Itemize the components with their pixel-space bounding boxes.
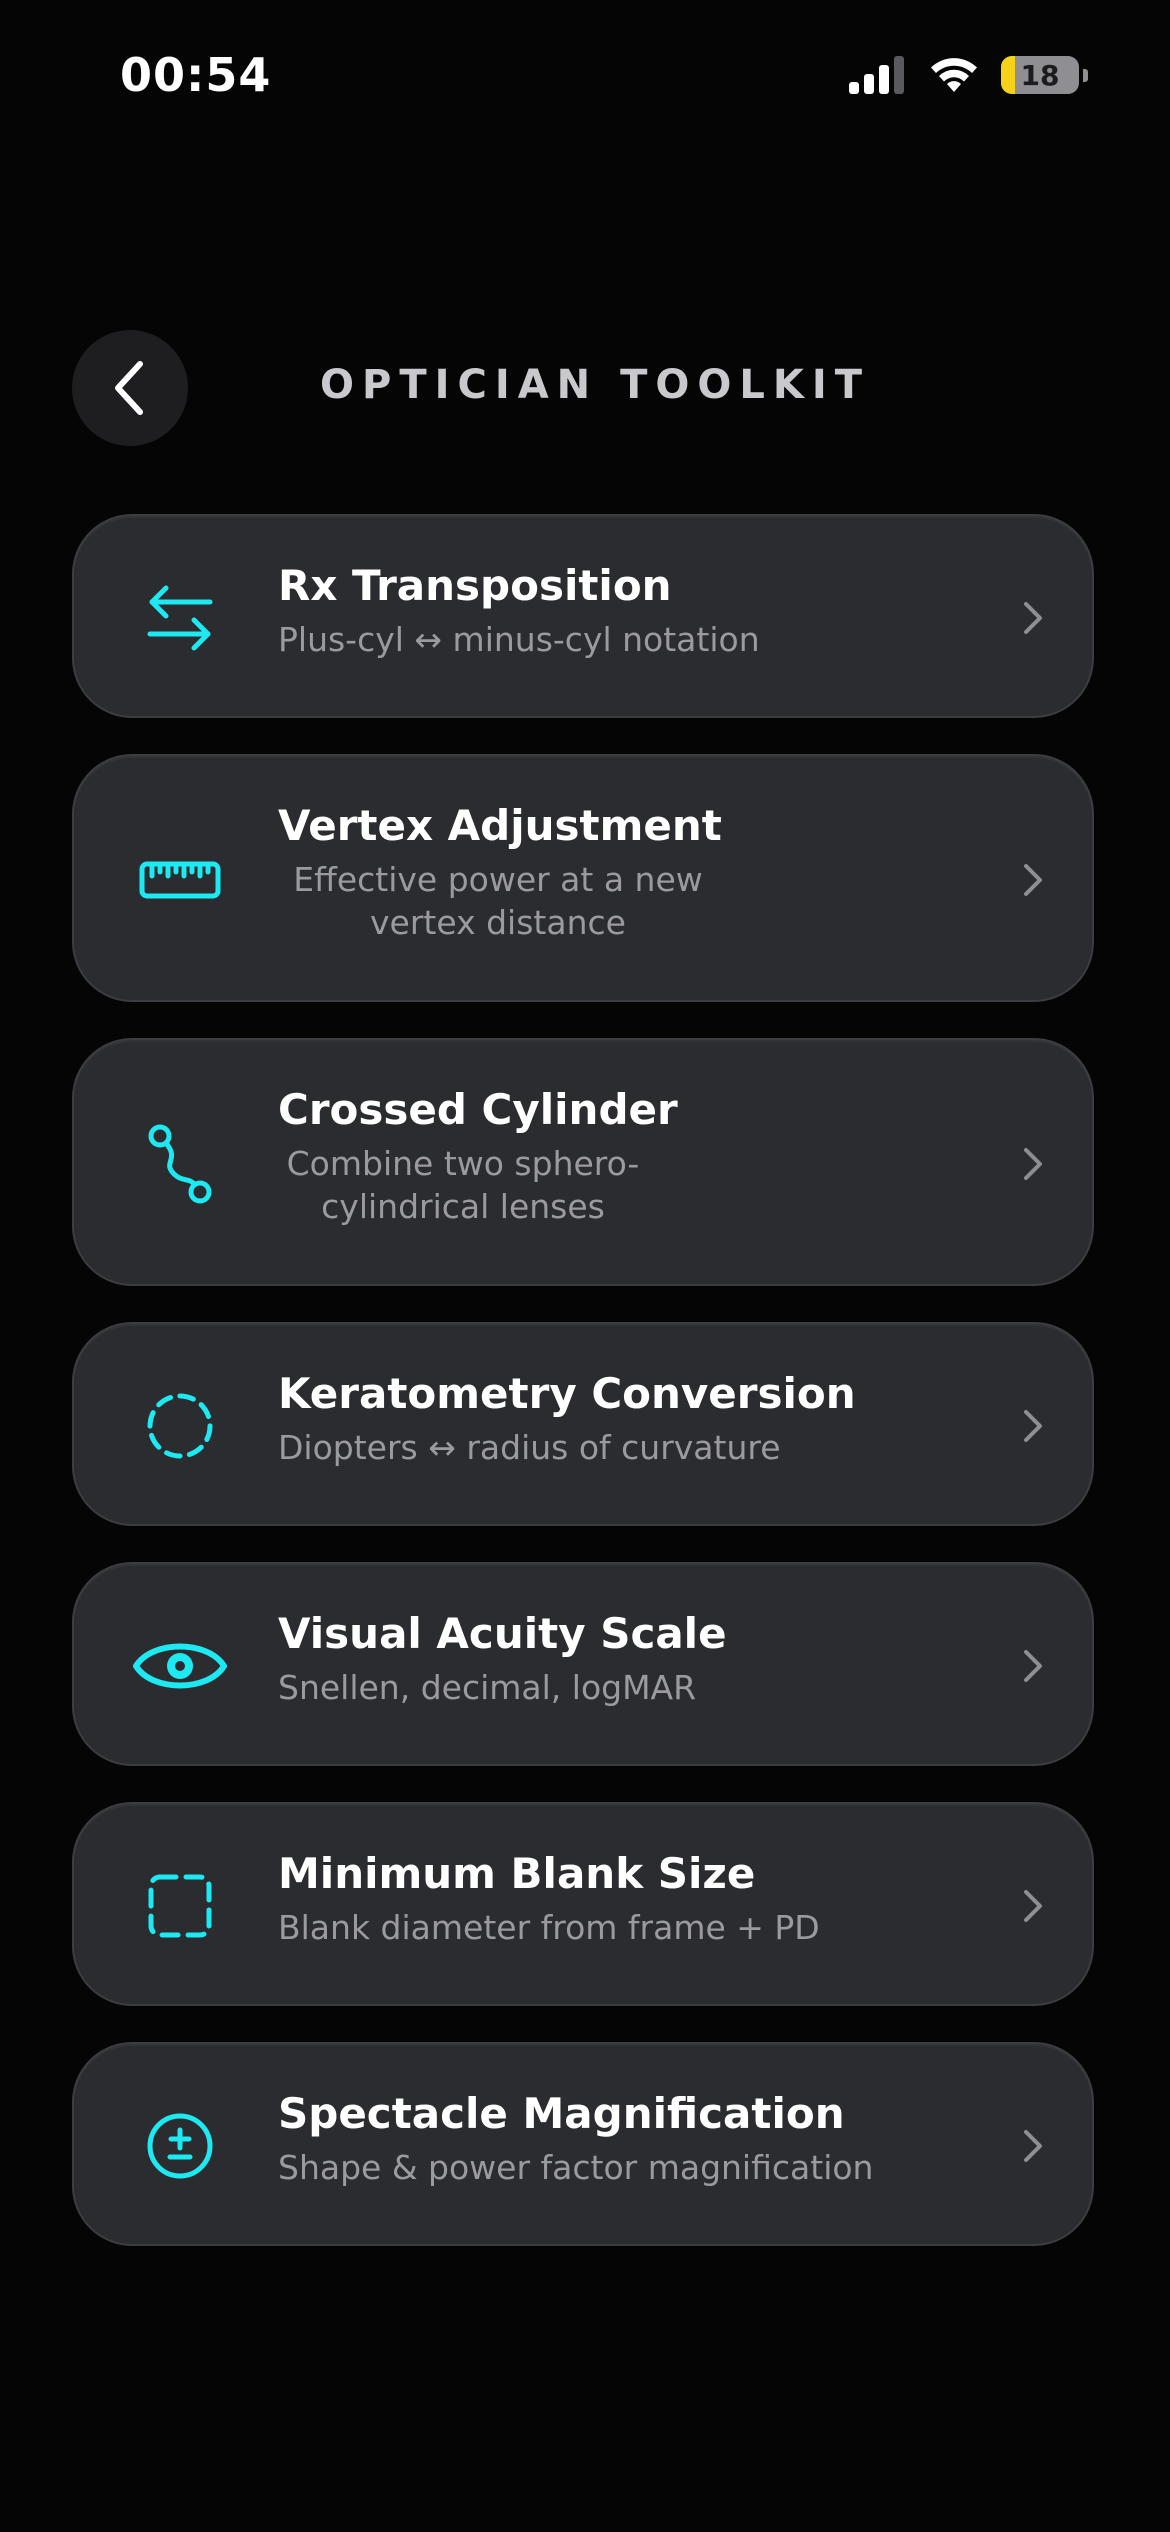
- status-bar: 00:54 18: [0, 0, 1170, 150]
- status-indicators: 18: [849, 56, 1088, 94]
- tool-title: Visual Acuity Scale: [278, 1609, 727, 1658]
- chevron-right-icon: [1018, 1144, 1048, 1184]
- back-button[interactable]: [72, 330, 188, 446]
- tool-subtitle: Snellen, decimal, logMAR: [278, 1668, 697, 1707]
- tool-card-vertex-adjustment[interactable]: Vertex Adjustment Effective power at a n…: [72, 754, 1094, 1002]
- tool-title: Keratometry Conversion: [278, 1369, 856, 1418]
- tool-subtitle: Combine two sphero-cylindrical lenses: [286, 1144, 640, 1226]
- tool-subtitle: Diopters ↔ radius of curvature: [278, 1428, 781, 1467]
- swap-arrows-icon: [128, 566, 232, 670]
- chevron-right-icon: [1018, 1886, 1048, 1926]
- tool-card-rx-transposition[interactable]: Rx Transposition Plus-cyl ↔ minus-cyl no…: [72, 514, 1094, 718]
- dashed-circle-icon: [128, 1374, 232, 1478]
- chevron-right-icon: [1018, 2126, 1048, 2166]
- tool-title: Crossed Cylinder: [278, 1085, 678, 1134]
- battery-icon: 18: [1001, 56, 1079, 94]
- cellular-signal-icon: [849, 56, 904, 94]
- status-time: 00:54: [120, 48, 272, 102]
- battery-level: 18: [1020, 58, 1060, 92]
- tool-card-crossed-cylinder[interactable]: Crossed Cylinder Combine two sphero-cyli…: [72, 1038, 1094, 1286]
- tool-title: Minimum Blank Size: [278, 1849, 756, 1898]
- chevron-left-icon: [115, 361, 143, 415]
- tool-title: Vertex Adjustment: [278, 801, 722, 850]
- plus-minus-circle-icon: [128, 2094, 232, 2198]
- tool-title: Spectacle Magnification: [278, 2089, 845, 2138]
- tool-subtitle: Plus-cyl ↔ minus-cyl notation: [278, 620, 760, 659]
- battery-cap: [1083, 68, 1088, 82]
- tool-card-keratometry-conversion[interactable]: Keratometry Conversion Diopters ↔ radius…: [72, 1322, 1094, 1526]
- chevron-right-icon: [1018, 1646, 1048, 1686]
- tool-subtitle: Effective power at a new vertex distance: [293, 860, 703, 942]
- ruler-icon: [128, 828, 232, 932]
- chevron-right-icon: [1018, 860, 1048, 900]
- page-title: OPTICIAN TOOLKIT: [320, 362, 871, 408]
- tool-card-minimum-blank-size[interactable]: Minimum Blank Size Blank diameter from f…: [72, 1802, 1094, 2006]
- tool-card-visual-acuity-scale[interactable]: Visual Acuity Scale Snellen, decimal, lo…: [72, 1562, 1094, 1766]
- eye-icon: [128, 1614, 232, 1718]
- tool-title: Rx Transposition: [278, 561, 672, 610]
- chevron-right-icon: [1018, 598, 1048, 638]
- dashed-square-icon: [128, 1854, 232, 1958]
- wifi-icon: [931, 58, 977, 92]
- tool-subtitle: Shape & power factor magnification: [278, 2148, 874, 2187]
- tool-subtitle: Blank diameter from frame + PD: [278, 1908, 820, 1947]
- chevron-right-icon: [1018, 1406, 1048, 1446]
- route-icon: [128, 1112, 232, 1216]
- tool-card-spectacle-magnification[interactable]: Spectacle Magnification Shape & power fa…: [72, 2042, 1094, 2246]
